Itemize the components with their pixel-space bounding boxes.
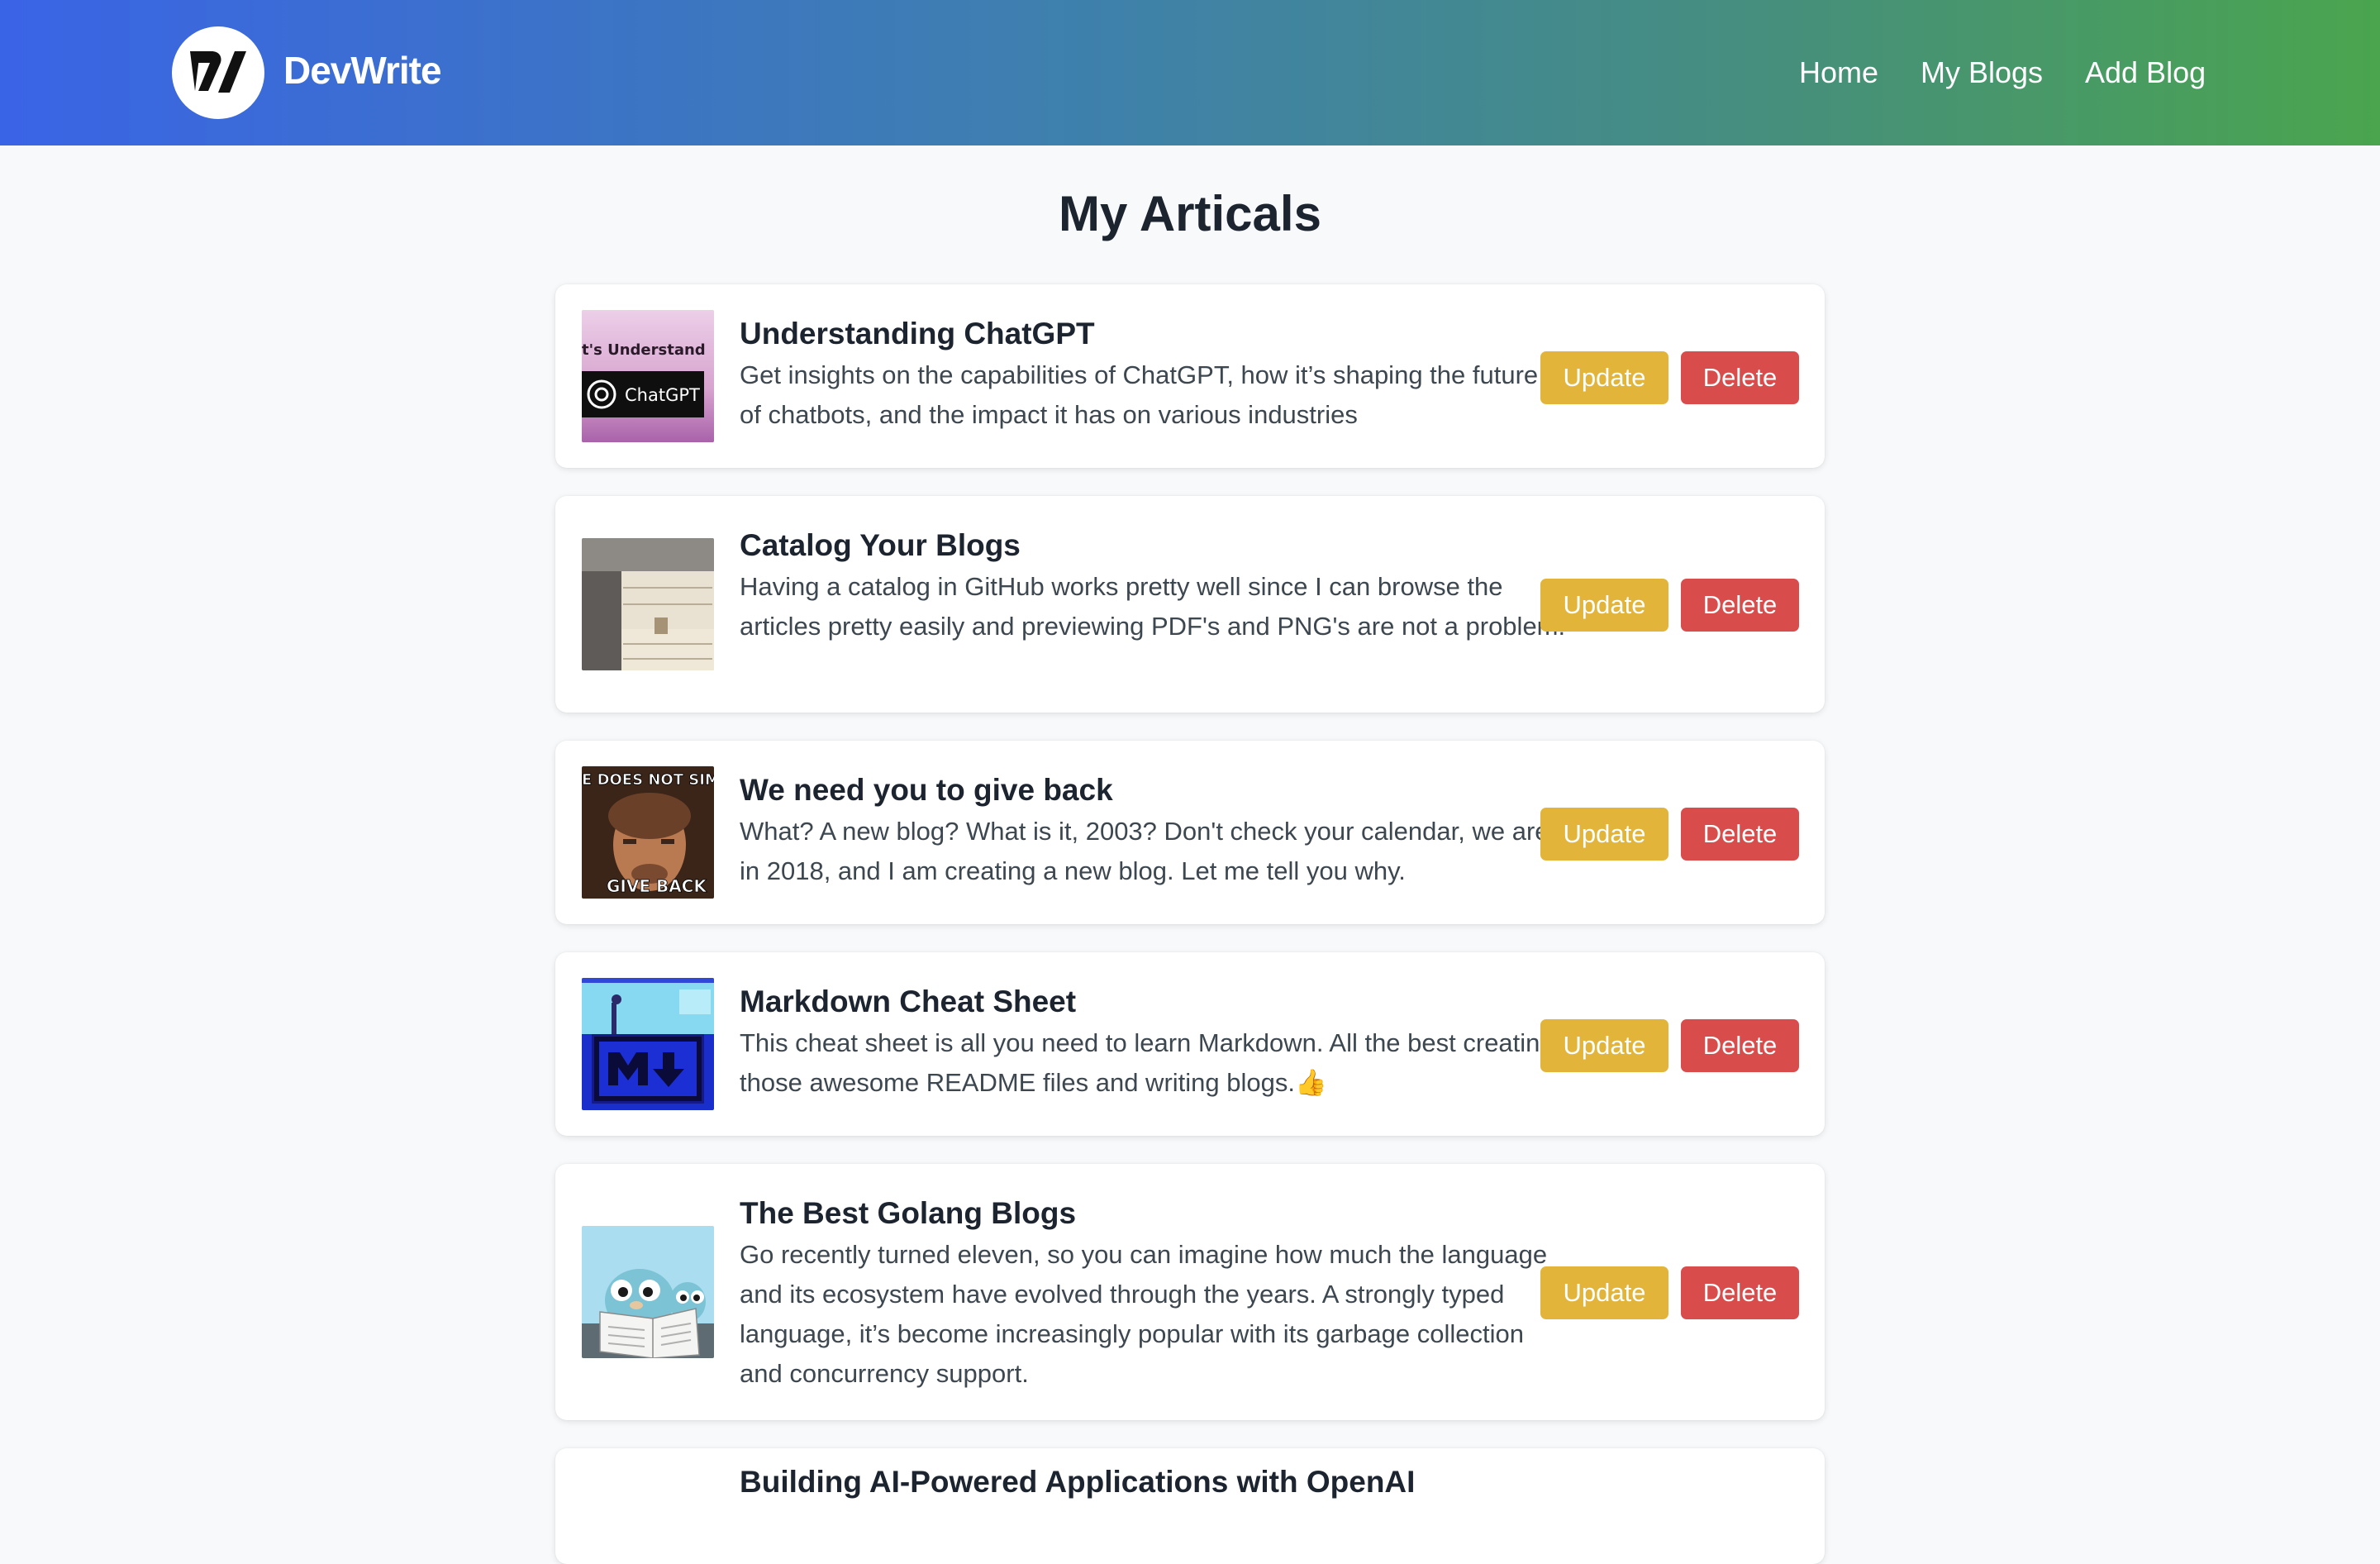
svg-text:ChatGPT: ChatGPT xyxy=(625,385,700,405)
page-title: My Articals xyxy=(1059,186,1321,241)
chatgpt-thumbnail-image: t's Understand ChatGPT xyxy=(582,310,714,442)
brand-logo[interactable] xyxy=(172,26,264,119)
article-description: What? A new blog? What is it, 2003? Don'… xyxy=(740,817,1549,885)
article-card: Markdown Cheat Sheet This cheat sheet is… xyxy=(555,952,1825,1136)
delete-button[interactable]: Delete xyxy=(1681,808,1799,861)
article-title[interactable]: Understanding ChatGPT xyxy=(740,314,1566,354)
article-description: Get insights on the capabilities of Chat… xyxy=(740,360,1539,429)
article-description: This cheat sheet is all you need to lear… xyxy=(740,1028,1554,1097)
catalog-thumbnail-image xyxy=(582,538,714,670)
svg-text:E DOES NOT SIMP: E DOES NOT SIMP xyxy=(582,771,714,789)
article-thumbnail xyxy=(582,538,714,670)
article-title[interactable]: Markdown Cheat Sheet xyxy=(740,982,1566,1022)
article-title[interactable]: Catalog Your Blogs xyxy=(740,526,1566,565)
article-thumbnail: E DOES NOT SIMP GIVE BACK xyxy=(582,766,714,899)
nav-add-blog[interactable]: Add Blog xyxy=(2085,55,2206,91)
article-thumbnail xyxy=(582,978,714,1110)
update-button[interactable]: Update xyxy=(1540,1266,1668,1319)
article-title[interactable]: The Best Golang Blogs xyxy=(740,1194,1566,1233)
article-thumbnail: t's Understand ChatGPT xyxy=(582,310,714,442)
update-button[interactable]: Update xyxy=(1540,808,1668,861)
nav-home[interactable]: Home xyxy=(1799,55,1878,91)
article-card: t's Understand ChatGPT Understanding Cha… xyxy=(555,284,1825,468)
update-button[interactable]: Update xyxy=(1540,579,1668,632)
meme-thumbnail-image: E DOES NOT SIMP GIVE BACK xyxy=(582,766,714,899)
delete-button[interactable]: Delete xyxy=(1681,351,1799,404)
delete-button[interactable]: Delete xyxy=(1681,579,1799,632)
brand-name[interactable]: DevWrite xyxy=(283,48,442,93)
article-card: E DOES NOT SIMP GIVE BACK We need you to… xyxy=(555,741,1825,924)
delete-button[interactable]: Delete xyxy=(1681,1019,1799,1072)
svg-text:GIVE BACK: GIVE BACK xyxy=(607,876,707,896)
update-button[interactable]: Update xyxy=(1540,1019,1668,1072)
article-description: Having a catalog in GitHub works pretty … xyxy=(740,572,1566,641)
article-thumbnail xyxy=(582,1226,714,1358)
logo-mark-icon xyxy=(190,51,246,93)
markdown-thumbnail-image xyxy=(582,978,714,1110)
golang-gopher-thumbnail-image xyxy=(582,1226,714,1358)
svg-text:t's Understand: t's Understand xyxy=(582,341,706,359)
article-title[interactable]: We need you to give back xyxy=(740,770,1566,810)
navbar: DevWrite Home My Blogs Add Blog xyxy=(0,0,2380,145)
article-card: The Best Golang Blogs Go recently turned… xyxy=(555,1164,1825,1420)
article-card: Building AI-Powered Applications with Op… xyxy=(555,1448,1825,1564)
article-title[interactable]: Building AI-Powered Applications with Op… xyxy=(740,1465,1415,1500)
article-card: Catalog Your Blogs Having a catalog in G… xyxy=(555,496,1825,713)
nav-my-blogs[interactable]: My Blogs xyxy=(1921,55,2043,91)
article-description: Go recently turned eleven, so you can im… xyxy=(740,1240,1548,1388)
update-button[interactable]: Update xyxy=(1540,351,1668,404)
delete-button[interactable]: Delete xyxy=(1681,1266,1799,1319)
